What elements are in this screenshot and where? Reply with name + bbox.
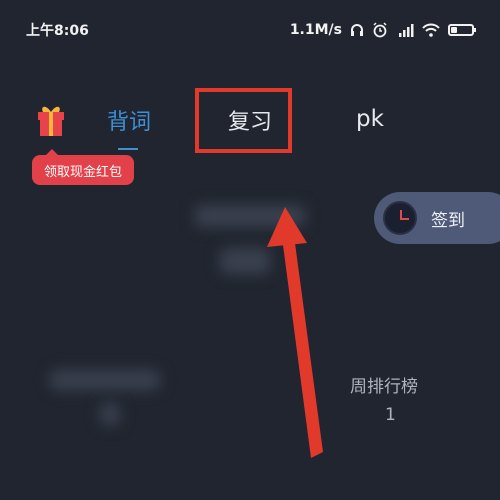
annotation-arrow-icon	[267, 207, 323, 458]
